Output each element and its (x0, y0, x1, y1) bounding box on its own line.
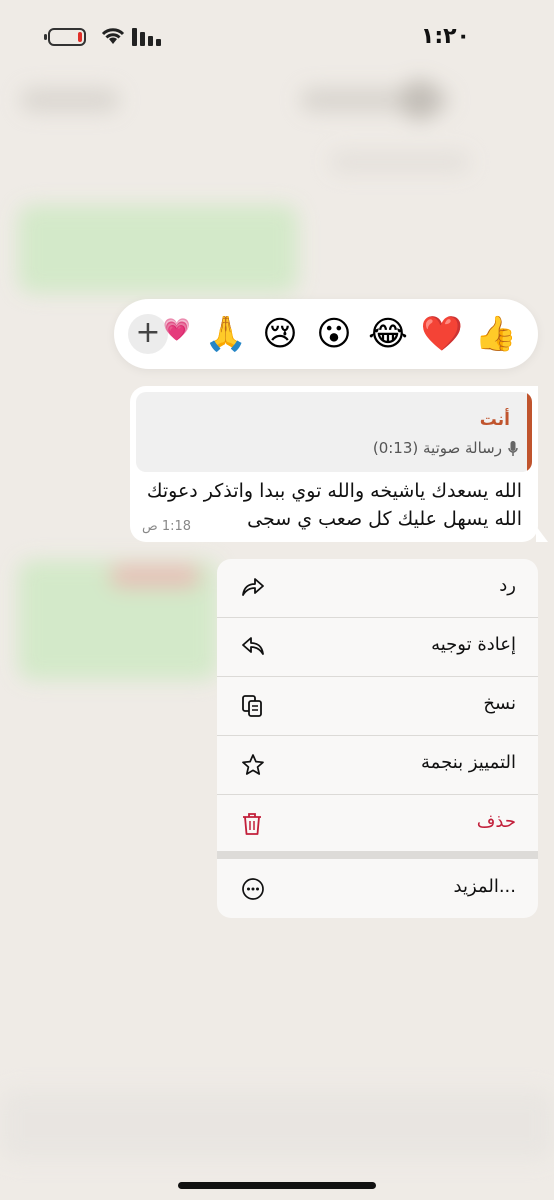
menu-item-forward[interactable]: إعادة توجيه (217, 618, 538, 676)
message-text-line-2: الله يسهل عليك كل صعب ي سجى (247, 508, 522, 530)
quoted-message[interactable]: أنت رسالة صوتية (0:13) (136, 392, 532, 472)
reaction-pray[interactable]: 🙏 (204, 312, 248, 356)
message-timestamp: 1:18 ص (142, 519, 192, 534)
more-label: المزيد... (453, 876, 516, 897)
menu-item-reply[interactable]: رد (217, 559, 538, 617)
reply-arrow-icon (242, 578, 264, 596)
message-bubble[interactable]: أنت رسالة صوتية (0:13) الله يسعدك ياشيخه… (130, 386, 548, 542)
reaction-laugh[interactable]: 😂 (366, 312, 410, 356)
delete-label: حذف (476, 811, 516, 832)
blurred-chat-header (0, 60, 554, 140)
status-time: ١:٢٠ (420, 24, 470, 49)
status-bar: ١:٢٠ (0, 0, 554, 70)
menu-item-copy[interactable]: نسخ (217, 677, 538, 735)
quote-author: أنت (479, 410, 510, 430)
message-context-menu: رد إعادة توجيه نسخ التمييز بنجمة حذف الم… (217, 559, 538, 918)
forward-arrow-icon (242, 637, 264, 655)
reaction-heart[interactable]: ❤️ (420, 312, 464, 356)
reaction-cry[interactable]: 😢 (258, 312, 302, 356)
reply-label: رد (499, 575, 516, 596)
wifi-icon (101, 28, 125, 44)
reaction-wow[interactable]: 😮 (312, 312, 356, 356)
copy-label: نسخ (483, 693, 516, 714)
microphone-icon (508, 441, 518, 456)
copy-icon (242, 695, 262, 717)
battery-icon (44, 28, 86, 46)
message-text-line-1: الله يسعدك ياشيخه والله توي ببدا واتذكر … (146, 480, 522, 502)
menu-item-star[interactable]: التمييز بنجمة (217, 736, 538, 794)
more-options-icon (242, 878, 264, 900)
star-icon (242, 754, 264, 775)
trash-icon (243, 813, 261, 835)
quote-text: رسالة صوتية (0:13) (372, 439, 502, 457)
reaction-bar: + 💗 🙏 😢 😮 😂 ❤️ 👍 (114, 299, 538, 369)
more-reactions-emoji[interactable]: 💗 (160, 309, 194, 353)
menu-item-delete[interactable]: حذف (217, 795, 538, 853)
home-indicator (178, 1182, 376, 1189)
reaction-thumbs-up[interactable]: 👍 (474, 312, 518, 356)
menu-item-more[interactable]: المزيد... (217, 860, 538, 918)
quote-accent-bar (527, 392, 532, 472)
star-label: التمييز بنجمة (421, 752, 516, 773)
forward-label: إعادة توجيه (431, 634, 516, 655)
signal-icon (132, 28, 161, 46)
